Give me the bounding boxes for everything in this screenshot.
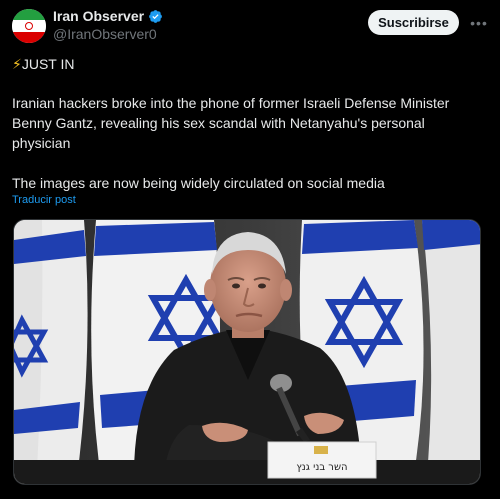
avatar[interactable] — [12, 9, 46, 43]
subscribe-button[interactable]: Suscribirse — [368, 10, 459, 35]
more-options-icon[interactable]: ••• — [469, 13, 489, 33]
post-body-line: Iranian hackers broke into the phone of … — [12, 95, 450, 111]
account-name-row: Iran Observer — [53, 8, 163, 24]
translate-link[interactable]: Traducir post — [12, 194, 76, 206]
post-body-line: physician — [12, 135, 71, 151]
account-handle[interactable]: @IranObserver0 — [53, 26, 157, 42]
photo-illustration: השר בני גנץ — [14, 220, 480, 484]
post-closing-line: The images are now being widely circulat… — [12, 175, 385, 191]
nameplate-text: השר בני גנץ — [296, 462, 347, 473]
verified-badge-icon — [149, 9, 162, 23]
flag-red-band — [12, 31, 46, 43]
post-media-image[interactable]: השר בני גנץ — [13, 219, 481, 485]
flag-green-band — [12, 9, 46, 21]
lightning-icon: ⚡ — [12, 56, 22, 72]
iran-flag-icon — [25, 22, 33, 30]
display-name[interactable]: Iran Observer — [53, 8, 144, 24]
tweet-card: Iran Observer @IranObserver0 Suscribirse… — [0, 0, 500, 499]
post-headline: ⚡JUST IN — [12, 54, 74, 74]
post-body-line: Benny Gantz, revealing his sex scandal w… — [12, 115, 425, 131]
headline-text: JUST IN — [21, 56, 75, 72]
